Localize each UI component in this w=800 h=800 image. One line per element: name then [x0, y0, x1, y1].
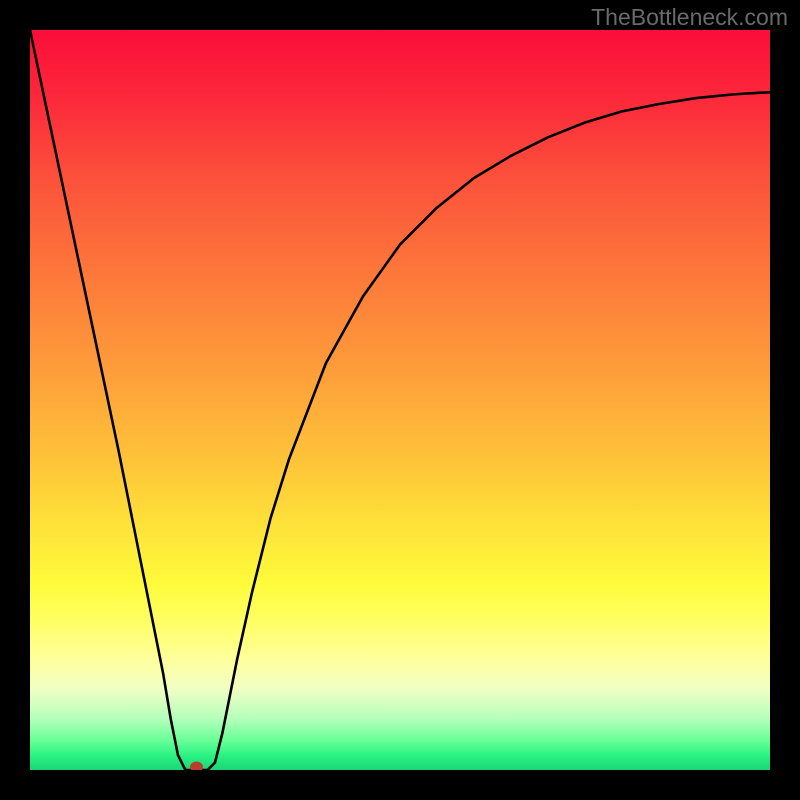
chart-frame: TheBottleneck.com: [0, 0, 800, 800]
watermark-text: TheBottleneck.com: [591, 4, 788, 31]
curve-layer: [30, 30, 770, 770]
plot-area: [30, 30, 770, 770]
bottleneck-curve: [30, 30, 770, 770]
minimum-marker: [190, 762, 203, 771]
